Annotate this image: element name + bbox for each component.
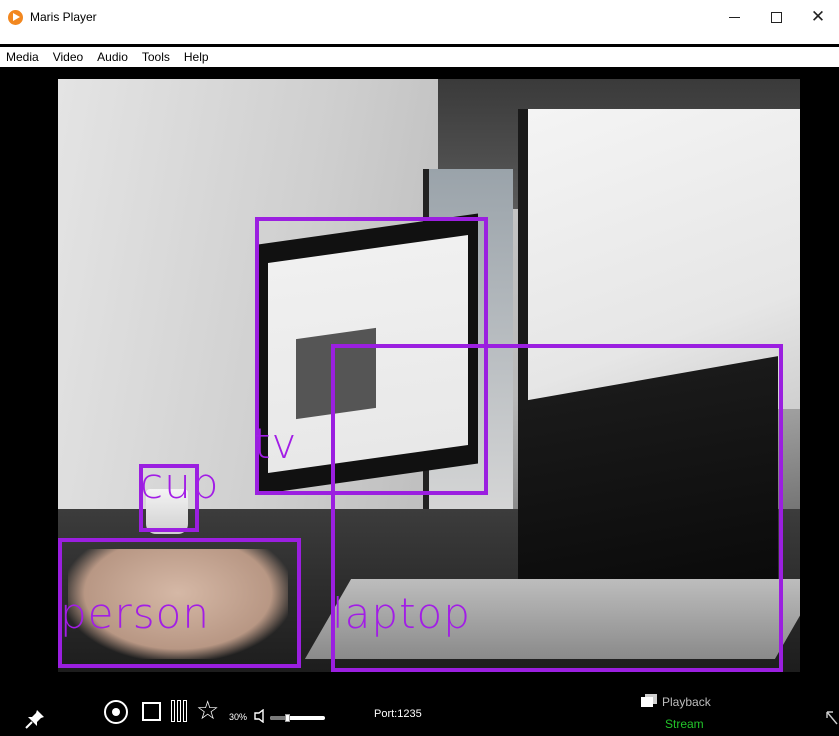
menu-bar: Media Video Audio Tools Help (0, 47, 839, 67)
menu-help[interactable]: Help (177, 47, 216, 67)
maximize-icon (770, 11, 782, 23)
volume-knob[interactable] (284, 714, 290, 722)
volume-slider[interactable] (270, 714, 325, 722)
maximize-button[interactable] (755, 0, 797, 34)
minimize-icon (728, 16, 740, 18)
window-controls: ✕ (713, 0, 839, 34)
label-tv: tv (254, 419, 298, 468)
minimize-button[interactable] (713, 0, 755, 34)
record-icon[interactable] (104, 700, 128, 724)
menu-video[interactable]: Video (46, 47, 90, 67)
playback-label[interactable]: Playback (662, 695, 711, 709)
stream-label[interactable]: Stream (665, 717, 704, 731)
close-icon: ✕ (810, 7, 826, 26)
menu-media[interactable]: Media (0, 47, 46, 67)
stop-icon[interactable] (142, 702, 161, 721)
menu-tools[interactable]: Tools (135, 47, 177, 67)
video-frame: tv laptop cup person (58, 79, 800, 672)
window-title: Maris Player (30, 10, 97, 24)
edge-icon[interactable] (825, 710, 839, 726)
star-icon[interactable]: ☆ (196, 695, 219, 725)
title-row: Maris Player (8, 8, 97, 26)
playback-icon[interactable] (641, 694, 657, 707)
close-button[interactable]: ✕ (797, 0, 839, 34)
video-viewport[interactable]: tv laptop cup person (0, 67, 839, 682)
pause-icon[interactable] (171, 700, 189, 722)
label-cup: cup (140, 459, 220, 508)
port-label: Port:1235 (374, 708, 422, 720)
app-logo-icon (8, 9, 23, 25)
control-bar: ☆ 30% Port:1235 Playback Stream (0, 682, 839, 736)
menu-audio[interactable]: Audio (90, 47, 135, 67)
speaker-icon[interactable] (254, 709, 266, 723)
volume-percent: 30% (229, 712, 248, 722)
pin-icon[interactable] (24, 708, 46, 730)
label-person: person (60, 589, 210, 638)
label-laptop: laptop (332, 589, 471, 638)
title-bar: Maris Player ✕ (0, 0, 839, 44)
